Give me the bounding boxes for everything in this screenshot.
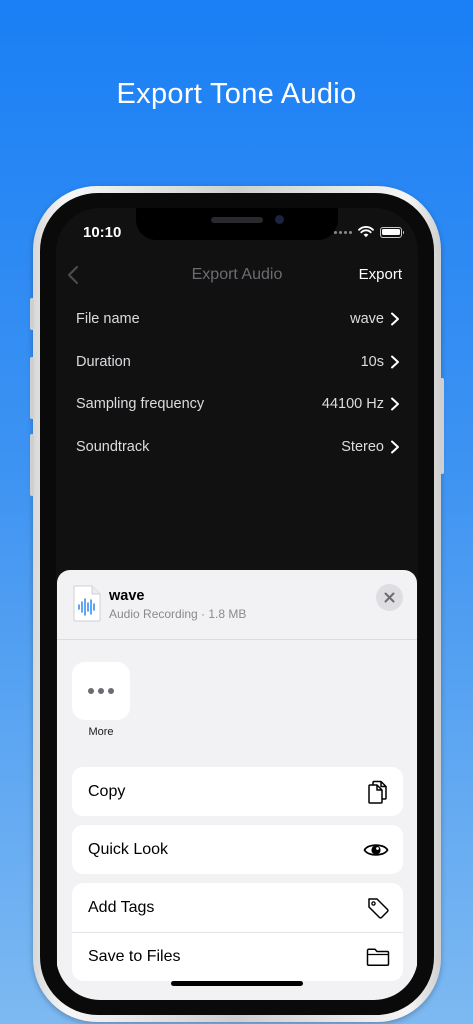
side-button bbox=[30, 357, 34, 419]
setting-label: Soundtrack bbox=[76, 438, 150, 455]
action-card-copy: Copy bbox=[72, 767, 403, 816]
side-button bbox=[30, 434, 34, 496]
setting-value-group: wave bbox=[350, 311, 400, 327]
promo-title: Export Tone Audio bbox=[116, 78, 357, 110]
audio-file-icon bbox=[73, 585, 101, 622]
setting-label: Duration bbox=[76, 353, 131, 370]
setting-value: wave bbox=[350, 311, 384, 328]
side-button bbox=[440, 378, 444, 474]
setting-value: Stereo bbox=[341, 438, 384, 455]
phone-screen: 10:10 Export Audio Export File name wave… bbox=[56, 208, 418, 1000]
tag-icon bbox=[368, 897, 389, 919]
share-app-label: More bbox=[88, 726, 114, 738]
setting-row-sampling-frequency[interactable]: Sampling frequency 44100 Hz bbox=[56, 383, 418, 426]
more-icon bbox=[72, 662, 130, 720]
close-button[interactable] bbox=[376, 584, 403, 611]
chevron-right-icon bbox=[391, 397, 399, 411]
nav-bar: Export Audio Export bbox=[56, 258, 418, 292]
share-file-name: wave bbox=[109, 588, 145, 604]
chevron-right-icon bbox=[391, 355, 399, 369]
side-button bbox=[30, 298, 34, 330]
battery-icon bbox=[380, 226, 404, 238]
action-label: Add Tags bbox=[88, 898, 155, 916]
setting-label: File name bbox=[76, 311, 140, 328]
chevron-right-icon bbox=[391, 440, 399, 454]
setting-value-group: Stereo bbox=[341, 439, 400, 455]
action-label: Quick Look bbox=[88, 840, 169, 858]
eye-icon bbox=[363, 843, 389, 856]
export-button[interactable]: Export bbox=[359, 266, 402, 283]
setting-value-group: 10s bbox=[361, 354, 400, 370]
add-tags-action[interactable]: Add Tags bbox=[72, 883, 403, 932]
setting-value: 10s bbox=[360, 353, 384, 370]
setting-value-group: 44100 Hz bbox=[322, 396, 400, 412]
setting-row-duration[interactable]: Duration 10s bbox=[56, 341, 418, 384]
status-time: 10:10 bbox=[83, 224, 122, 241]
setting-value: 44100 Hz bbox=[321, 396, 384, 413]
action-label: Copy bbox=[88, 782, 126, 800]
copy-action[interactable]: Copy bbox=[72, 767, 403, 816]
folder-icon bbox=[366, 948, 390, 966]
action-card-quick-look: Quick Look bbox=[72, 825, 403, 874]
camera-icon bbox=[275, 215, 284, 224]
home-indicator[interactable] bbox=[171, 981, 303, 986]
speaker-grille bbox=[211, 217, 263, 223]
notch bbox=[136, 208, 338, 240]
setting-row-soundtrack[interactable]: Soundtrack Stereo bbox=[56, 426, 418, 469]
wifi-icon bbox=[358, 226, 374, 238]
signal-icon bbox=[334, 230, 352, 234]
setting-row-file-name[interactable]: File name wave bbox=[56, 298, 418, 341]
chevron-right-icon bbox=[391, 312, 399, 326]
copy-icon bbox=[368, 780, 387, 804]
share-sheet: wave Audio Recording · 1.8 MB More Copy bbox=[57, 570, 417, 1000]
share-sheet-header: wave Audio Recording · 1.8 MB bbox=[57, 570, 417, 640]
share-app-more[interactable]: More bbox=[72, 662, 130, 738]
action-label: Save to Files bbox=[88, 948, 181, 965]
quick-look-action[interactable]: Quick Look bbox=[72, 825, 403, 874]
settings-list: File name wave Duration 10s Sampling fre… bbox=[56, 298, 418, 468]
share-file-meta: Audio Recording · 1.8 MB bbox=[109, 607, 247, 621]
save-to-files-action[interactable]: Save to Files bbox=[72, 932, 403, 981]
action-card-group: Add Tags Save to Files bbox=[72, 883, 403, 981]
setting-label: Sampling frequency bbox=[76, 396, 205, 413]
close-icon bbox=[384, 592, 395, 603]
status-icons bbox=[334, 226, 404, 238]
